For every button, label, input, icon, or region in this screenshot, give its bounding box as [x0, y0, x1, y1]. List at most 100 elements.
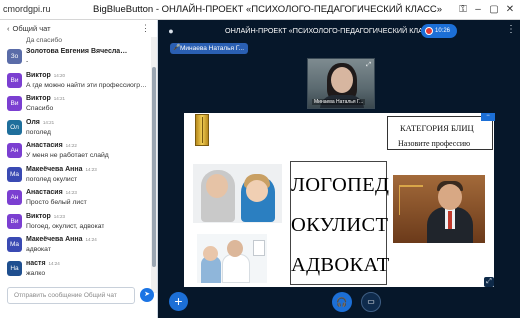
recording-indicator[interactable]: 10:26	[421, 24, 457, 38]
avatar: На	[7, 260, 22, 276]
message-text: Спасибо	[26, 105, 54, 112]
chat-message: Ол Оля 14:21 поголед	[0, 117, 152, 141]
avatar: Ма	[7, 237, 22, 252]
wardrobe-image	[195, 114, 209, 146]
optometrist-photo	[193, 164, 282, 223]
chat-message: На настя 14:24 жалко	[0, 258, 152, 282]
author-name: Виктор	[26, 71, 51, 79]
category-subtitle: Назовите профессию	[398, 139, 471, 148]
maximize-icon[interactable]: ▢	[487, 3, 501, 17]
top-bar: ● ОНЛАЙН-ПРОЕКТ «ПСИХОЛОГО-ПЕДАГОГИЧЕСКИ…	[158, 20, 520, 42]
message-author: Анастасия 14:22	[26, 142, 77, 149]
message-author: Оля 14:21	[26, 119, 54, 126]
message-author: Виктор 14:21	[26, 95, 65, 102]
message-time: 14:23	[65, 190, 77, 195]
author-name: Макеёчева Анна	[26, 165, 83, 173]
chat-message: Ан Анастасия 14:22 У меня не работает слайд	[0, 140, 152, 164]
fit-to-screen-icon[interactable]: ⤢	[484, 277, 494, 287]
chat-message: Ви Виктор 14:21 Спасибо	[0, 93, 152, 117]
photo-tie	[448, 211, 452, 229]
webcam-person-face	[331, 67, 353, 93]
photo-child-face	[246, 180, 268, 202]
photo-doctor-face	[227, 240, 243, 257]
message-text: поголед окулист	[26, 175, 78, 183]
presenter-talking-indicator: 🎤 Минаева Наталья Г...	[170, 43, 248, 54]
main-area: ● ОНЛАЙН-ПРОЕКТ «ПСИХОЛОГО-ПЕДАГОГИЧЕСКИ…	[158, 20, 520, 318]
words-box: ЛОГОПЕД ОКУЛИСТ АДВОКАТ	[290, 161, 390, 285]
presenter-name: Минаева Наталья Г...	[180, 45, 245, 52]
avatar: Ан	[7, 190, 22, 205]
send-message-button[interactable]: ➤	[140, 288, 154, 302]
lawyer-photo	[393, 175, 485, 243]
user-list-icon[interactable]: ●	[165, 25, 177, 37]
message-time: 14:23	[85, 166, 97, 172]
chat-message-list[interactable]: Да спасибо Зо Золотова Евгения Вячеславо.…	[0, 37, 152, 293]
message-time: 14:24	[48, 260, 60, 266]
word-speech-therapist: ЛОГОПЕД	[291, 174, 390, 196]
key-icon[interactable]: ⚿	[456, 3, 470, 17]
message-time: 14:23	[53, 213, 66, 219]
chat-header[interactable]: ‹ Общий чат ⋮	[0, 20, 157, 37]
minimize-presentation-button[interactable]: −	[481, 113, 495, 121]
window-title: BigBlueButton - ОНЛАЙН-ПРОЕКТ «ПСИХОЛОГО…	[93, 4, 443, 15]
author-name: Виктор	[26, 95, 51, 102]
avatar: Зо	[7, 49, 22, 64]
partial-message-text: Да спасибо	[26, 37, 62, 44]
photo-eye-chart	[253, 240, 265, 256]
category-box: КАТЕГОРИЯ БЛИЦ Назовите профессию	[387, 116, 493, 150]
chat-message: Ма Макеёчева Анна 14:24 адвокат	[0, 234, 152, 258]
message-text: жалко	[26, 269, 46, 277]
message-time: 14:22	[65, 143, 77, 148]
minimize-icon[interactable]: –	[471, 3, 485, 17]
scales-of-justice-icon	[399, 185, 423, 215]
chat-message-input[interactable]: Отправить сообщение Общий чат	[7, 287, 135, 304]
author-name: Виктор	[26, 212, 51, 220]
photo-child-face	[203, 246, 218, 261]
chevron-left-icon[interactable]: ‹	[7, 24, 10, 33]
word-lawyer: АДВОКАТ	[291, 254, 390, 276]
message-author: Виктор 14:23	[26, 213, 65, 220]
chat-message: Ви Виктор 14:23 Погоед, окулист, адвокат	[0, 211, 152, 235]
message-text: У меня не работает слайд	[26, 152, 109, 159]
message-text: адвокат	[26, 246, 51, 253]
screen-share-icon: ▭	[367, 297, 375, 306]
chat-title: Общий чат	[12, 24, 51, 33]
screen-share-button[interactable]: ▭	[361, 292, 381, 312]
webcam-video[interactable]: Минаева Наталья Г... ⤢	[307, 58, 375, 109]
record-dot-icon	[425, 27, 433, 35]
word-oculist: ОКУЛИСТ	[291, 214, 389, 236]
author-name: Макеёчева Анна	[26, 236, 83, 243]
message-text: Погоед, окулист, адвокат	[26, 222, 105, 230]
message-author: Золотова Евгения Вячеславо...14:20	[26, 48, 128, 55]
chat-message: Зо Золотова Евгения Вячеславо...14:20 -	[0, 46, 152, 70]
message-text: А где можно найти эти профессиограммы?	[26, 81, 150, 89]
message-text: -	[26, 58, 29, 65]
close-icon[interactable]: ✕	[503, 3, 517, 17]
chat-message: Ан Анастасия 14:23 Просто белый лист	[0, 187, 152, 211]
send-icon: ➤	[144, 291, 150, 298]
author-name: Золотова Евгения Вячеславо...	[26, 48, 128, 55]
browser-title-bar: cmordgpi.ru BigBlueButton - ОНЛАЙН-ПРОЕК…	[0, 0, 520, 20]
headphones-icon: 🎧	[336, 297, 348, 307]
message-time: 14:21	[53, 96, 66, 101]
chat-message: Ма Макеёчева Анна 14:23 поголед окулист	[0, 164, 152, 188]
actions-plus-button[interactable]: +	[169, 292, 188, 311]
chat-scrollbar[interactable]	[151, 37, 157, 293]
recording-time: 10:26	[435, 28, 451, 34]
avatar: Ви	[7, 72, 22, 88]
author-name: Анастасия	[26, 189, 63, 196]
message-author: Макеёчева Анна 14:23	[26, 166, 97, 173]
avatar: Ол	[7, 119, 22, 135]
fullscreen-icon[interactable]: ⤢	[366, 62, 371, 69]
avatar: Ма	[7, 166, 22, 182]
avatar: Ан	[7, 143, 22, 158]
more-options-icon[interactable]: ⋮	[506, 24, 516, 35]
chat-options-icon[interactable]: ⋮	[141, 23, 150, 34]
message-author: Анастасия 14:23	[26, 189, 77, 196]
photo-doctor-coat	[222, 254, 250, 283]
message-author: Виктор 14:20	[26, 72, 65, 79]
microphone-icon: 🎤	[173, 45, 181, 51]
avatar: Ви	[7, 213, 22, 229]
audio-headphones-button[interactable]: 🎧	[332, 292, 352, 312]
scrollbar-thumb[interactable]	[152, 67, 156, 267]
